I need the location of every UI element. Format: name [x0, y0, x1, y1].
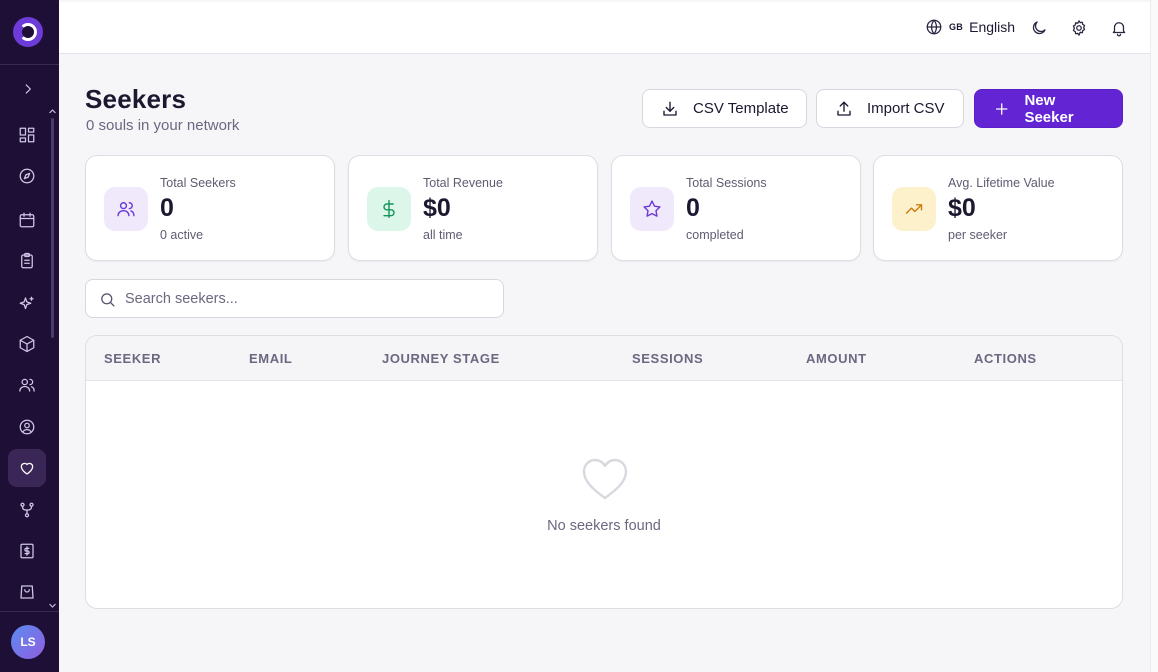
column-header-actions: Actions [974, 351, 1037, 366]
page-subtitle: 0 souls in your network [86, 117, 240, 134]
language-selector[interactable]: GB English [925, 18, 1015, 36]
new-seeker-button[interactable]: New Seeker [974, 89, 1123, 128]
sidebar-expand-button[interactable] [17, 78, 39, 100]
plus-icon [995, 102, 1008, 115]
stat-label: Total Sessions [686, 176, 767, 190]
stat-card-total-revenue: Total Revenue $0 all time [348, 155, 598, 261]
sidebar-item-products[interactable] [8, 325, 46, 363]
receipt-dollar-icon [20, 543, 34, 559]
globe-icon [926, 19, 942, 35]
search-box[interactable] [85, 279, 504, 318]
column-header-amount[interactable]: Amount [806, 351, 867, 366]
sidebar-scroll-down-icon[interactable] [47, 600, 57, 610]
page-scrollbar[interactable] [1150, 0, 1158, 672]
column-header-email[interactable]: Email [249, 351, 292, 366]
shopping-bag-icon [20, 585, 34, 599]
sidebar-item-seekers[interactable] [8, 449, 46, 487]
search-input[interactable] [125, 288, 485, 310]
box-icon [19, 335, 35, 353]
new-seeker-label: New Seeker [1024, 91, 1074, 126]
sidebar: LS [0, 0, 59, 672]
card-icon-bg [104, 187, 148, 231]
sidebar-item-workflows[interactable] [8, 491, 46, 529]
card-icon-bg [892, 187, 936, 231]
sidebar-item-dashboard[interactable] [8, 116, 46, 154]
stat-sub: 0 active [160, 228, 204, 242]
theme-toggle-button[interactable] [1028, 17, 1050, 39]
stat-value: $0 [423, 194, 451, 222]
stat-card-total-seekers: Total Seekers 0 0 active [85, 155, 335, 261]
sidebar-item-users[interactable] [8, 366, 46, 404]
stat-sub: all time [423, 228, 463, 242]
sidebar-item-calendar[interactable] [8, 201, 46, 239]
compass-icon [19, 168, 35, 184]
stat-card-avg-lifetime-value: Avg. Lifetime Value $0 per seeker [873, 155, 1123, 261]
stat-label: Total Revenue [423, 176, 503, 190]
stat-sub: per seeker [948, 228, 1008, 242]
csv-template-label: CSV Template [693, 100, 789, 117]
upload-icon [837, 101, 851, 116]
language-label: English [969, 19, 1016, 35]
sidebar-item-explore[interactable] [8, 157, 46, 195]
sidebar-scrollbar[interactable] [51, 118, 54, 338]
seekers-table: Seeker Email Journey Stage Sessions Amou… [85, 335, 1123, 609]
column-header-sessions[interactable]: Sessions [632, 351, 703, 366]
app-logo[interactable] [13, 17, 43, 47]
stat-card-total-sessions: Total Sessions 0 completed [611, 155, 861, 261]
page-title: Seekers [85, 84, 187, 114]
sidebar-item-shop[interactable] [8, 573, 46, 611]
search-icon [101, 293, 115, 307]
language-flag: GB [949, 22, 964, 32]
stat-value: 0 [160, 194, 174, 222]
clipboard-icon [21, 252, 33, 269]
heart-icon [20, 462, 34, 475]
stat-value: 0 [686, 194, 700, 222]
card-icon-bg [367, 187, 411, 231]
user-circle-icon [19, 419, 35, 435]
bell-icon [1112, 22, 1126, 37]
csv-template-button[interactable]: CSV Template [642, 89, 807, 128]
table-header: Seeker Email Journey Stage Sessions Amou… [86, 336, 1122, 381]
notifications-button[interactable] [1108, 17, 1130, 39]
sidebar-item-billing[interactable] [8, 532, 46, 570]
stat-label: Avg. Lifetime Value [948, 176, 1055, 190]
column-header-journey-stage[interactable]: Journey Stage [382, 351, 500, 366]
sidebar-divider [0, 611, 59, 612]
sidebar-item-profile[interactable] [8, 408, 46, 446]
card-icon-bg [630, 187, 674, 231]
top-bar: GB English [59, 2, 1150, 54]
sidebar-item-ai[interactable] [8, 285, 46, 323]
gear-icon [1072, 20, 1086, 36]
dollar-icon [383, 199, 395, 219]
users-icon [117, 202, 135, 217]
calendar-icon [19, 212, 35, 228]
layout-grid-icon [19, 127, 35, 143]
import-csv-label: Import CSV [867, 100, 945, 117]
sidebar-scroll-up-icon[interactable] [47, 106, 57, 116]
stat-value: $0 [948, 194, 976, 222]
sidebar-item-tasks[interactable] [8, 242, 46, 280]
trending-up-icon [905, 204, 923, 214]
empty-state-text: No seekers found [547, 518, 661, 534]
moon-icon [1032, 21, 1046, 35]
users-icon [19, 378, 35, 392]
git-fork-icon [20, 502, 34, 518]
user-avatar[interactable]: LS [11, 625, 45, 659]
star-icon [643, 200, 661, 217]
sidebar-divider [0, 64, 59, 65]
stat-sub: completed [686, 228, 744, 242]
empty-state-heart-icon [580, 456, 630, 502]
download-icon [663, 101, 677, 116]
import-csv-button[interactable]: Import CSV [816, 89, 964, 128]
sparkles-icon [19, 296, 34, 310]
chevron-right-icon [25, 84, 31, 94]
stat-label: Total Seekers [160, 176, 236, 190]
column-header-seeker[interactable]: Seeker [104, 351, 161, 366]
settings-button[interactable] [1068, 17, 1090, 39]
